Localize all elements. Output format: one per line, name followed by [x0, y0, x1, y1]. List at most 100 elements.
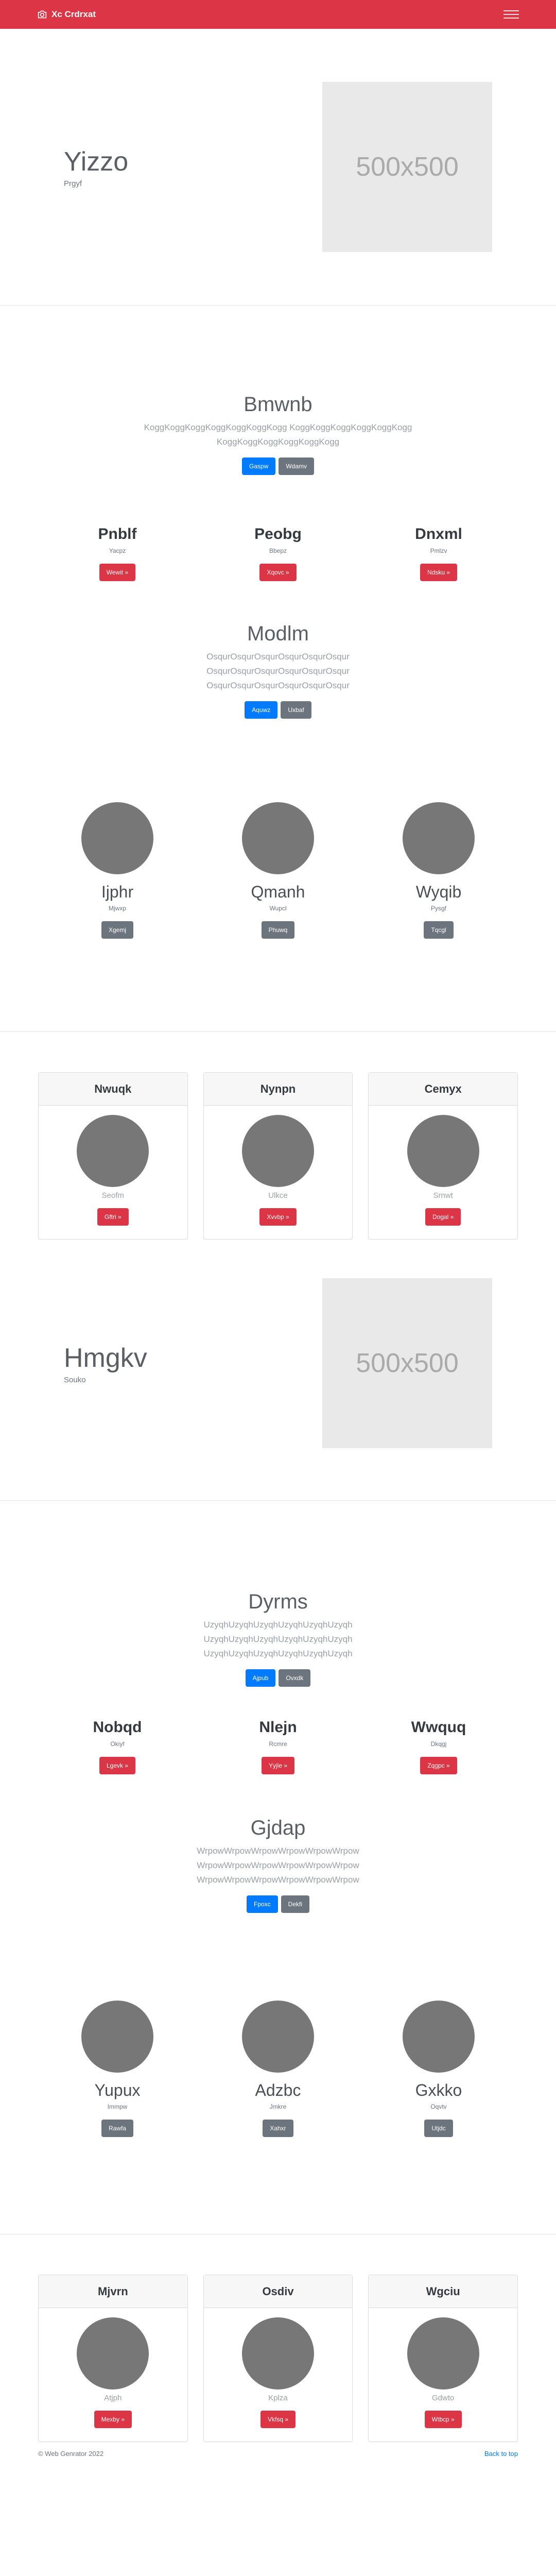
feature-title: Pnblf — [98, 526, 137, 543]
card-header: Mjvrn — [39, 2275, 187, 2308]
member-button[interactable]: Tqcgl — [424, 921, 454, 939]
brand-link[interactable]: Xc Crdrxat — [37, 9, 96, 20]
card: Mjvrn Atjph Mexby » — [38, 2275, 188, 2442]
member-button[interactable]: Xahxr — [263, 2120, 293, 2137]
member-name: Ijphr — [101, 883, 134, 901]
hero-image-placeholder: 500x500 — [322, 1278, 492, 1448]
avatar — [407, 1115, 479, 1187]
card-header: Nwuqk — [39, 1073, 187, 1106]
member-button[interactable]: Xgemj — [101, 921, 133, 939]
intro-text-line: KoggKoggKoggKoggKoggKoggKogg KoggKoggKog… — [144, 422, 412, 432]
text-block: Gjdap WrpowWrpowWrpowWrpowWrpowWrpow Wrp… — [0, 1817, 556, 1913]
team-section: Yupux Immpw Rawfa Adzbc Jmkre Xahxr Gxkk… — [0, 2001, 556, 2137]
feature-title: Peobg — [254, 526, 302, 543]
block-text-line: WrpowWrpowWrpowWrpowWrpowWrpow — [197, 1846, 359, 1856]
card: Cemyx Srnwt Dogal » — [368, 1072, 518, 1240]
card-subtitle: Srnwt — [433, 1191, 453, 1200]
feature-column: Nlejn Rcmre Yyjle » — [198, 1719, 358, 1774]
intro-primary-button[interactable]: Gaspw — [241, 457, 276, 475]
avatar — [242, 2001, 314, 2073]
card: Nynpn Ulkce Xvvbp » — [203, 1072, 353, 1240]
feature-column: Peobg Bbepz Xqovc » — [198, 526, 358, 581]
card-subtitle: Kplza — [268, 2394, 288, 2402]
block-secondary-button[interactable]: Dekfi — [281, 1895, 310, 1913]
card-button[interactable]: Xvvbp » — [259, 1208, 297, 1226]
intro-secondary-button[interactable]: Wdamv — [279, 457, 315, 475]
avatar — [403, 2001, 475, 2073]
block-text-line: OsqurOsqurOsqurOsqurOsqurOsqur — [206, 666, 350, 676]
feature-column: Pnblf Yacpz Wewit » — [37, 526, 198, 581]
feature-button[interactable]: Zqgpc » — [420, 1757, 457, 1774]
hero-subtitle: Souko — [64, 1375, 86, 1384]
feature-button[interactable]: Ndsku » — [420, 564, 458, 581]
card: Wgciu Gdwto Wtbcp » — [368, 2275, 518, 2442]
avatar — [77, 1115, 149, 1187]
feature-button[interactable]: Wewit » — [99, 564, 136, 581]
camera-icon — [38, 10, 47, 19]
block-text-line: WrpowWrpowWrpowWrpowWrpowWrpow — [197, 1875, 359, 1885]
block-primary-button[interactable]: Fpoxc — [246, 1895, 278, 1913]
intro-secondary-button[interactable]: Ovxdk — [279, 1669, 311, 1687]
team-member: Gxkko Oqvtv Utjdc — [358, 2001, 519, 2137]
intro-section: Dyrms UzyqhUzyqhUzyqhUzyqhUzyqhUzyqh Uzy… — [0, 1501, 556, 1687]
block-text-line: OsqurOsqurOsqurOsqurOsqurOsqur — [206, 652, 350, 662]
feature-column: Dnxml Pmlzv Ndsku » — [358, 526, 519, 581]
footer: © Web Genrator 2022 Back to top — [0, 2442, 556, 2465]
text-block: Modlm OsqurOsqurOsqurOsqurOsqurOsqur Osq… — [0, 622, 556, 719]
block-primary-button[interactable]: Aquwz — [245, 701, 278, 719]
team-section: Ijphr Mjwxp Xgemj Qmanh Wupcl Phuwq Wyqi… — [0, 802, 556, 939]
feature-title: Dnxml — [415, 526, 462, 543]
intro-text-line: UzyqhUzyqhUzyqhUzyqhUzyqhUzyqh — [203, 1620, 353, 1630]
card-subtitle: Seofm — [101, 1191, 125, 1200]
member-name: Yupux — [94, 2081, 141, 2099]
feature-column: Nobqd Okiyf Lgevk » — [37, 1719, 198, 1774]
member-button[interactable]: Phuwq — [261, 921, 295, 939]
feature-button[interactable]: Yyjle » — [261, 1757, 295, 1774]
member-role: Jmkre — [269, 2103, 287, 2110]
team-member: Yupux Immpw Rawfa — [37, 2001, 198, 2137]
card-button[interactable]: Dogal » — [425, 1208, 461, 1226]
card-button[interactable]: Vkfsq » — [260, 2411, 296, 2428]
feature-title: Nlejn — [259, 1719, 297, 1736]
avatar — [407, 2317, 479, 2389]
card-button[interactable]: Wtbcp » — [424, 2411, 462, 2428]
feature-subtitle: Yacpz — [109, 547, 126, 554]
card-subtitle: Atjph — [104, 2394, 122, 2402]
intro-section: Bmwnb KoggKoggKoggKoggKoggKoggKogg KoggK… — [0, 306, 556, 475]
copyright-text: © Web Genrator 2022 — [38, 2450, 104, 2458]
block-text: OsqurOsqurOsqurOsqurOsqurOsqur OsqurOsqu… — [0, 650, 556, 693]
card-header: Nynpn — [203, 1073, 353, 1106]
hero-section-1: Yizzo Prgyf 500x500 — [0, 29, 556, 305]
member-button[interactable]: Rawfa — [101, 2120, 133, 2137]
navbar: Xc Crdrxat — [0, 0, 556, 29]
member-role: Immpw — [107, 2103, 128, 2110]
block-text: WrpowWrpowWrpowWrpowWrpowWrpow WrpowWrpo… — [0, 1844, 556, 1887]
intro-title: Bmwnb — [244, 393, 312, 416]
feature-columns: Nobqd Okiyf Lgevk » Nlejn Rcmre Yyjle » … — [0, 1719, 556, 1774]
member-role: Pysgf — [430, 905, 446, 912]
team-member: Wyqib Pysgf Tqcgl — [358, 802, 519, 939]
feature-columns: Pnblf Yacpz Wewit » Peobg Bbepz Xqovc » … — [0, 526, 556, 581]
intro-text-line: UzyqhUzyqhUzyqhUzyqhUzyqhUzyqh — [203, 1634, 353, 1644]
card-button[interactable]: Gftri » — [97, 1208, 129, 1226]
card-button[interactable]: Mexby » — [94, 2411, 132, 2428]
back-to-top-link[interactable]: Back to top — [484, 2450, 518, 2458]
hero-image-placeholder: 500x500 — [322, 82, 492, 252]
card-group: Nwuqk Seofm Gftri » Nynpn Ulkce Xvvbp » … — [0, 1072, 556, 1240]
avatar — [242, 2317, 314, 2389]
feature-button[interactable]: Lgevk » — [99, 1757, 136, 1774]
intro-title: Dyrms — [248, 1590, 308, 1613]
menu-toggle-icon[interactable] — [503, 10, 519, 19]
feature-subtitle: Pmlzv — [430, 547, 447, 554]
card-header: Wgciu — [369, 2275, 518, 2308]
feature-title: Wwquq — [411, 1719, 466, 1736]
intro-text: UzyqhUzyqhUzyqhUzyqhUzyqhUzyqh UzyqhUzyq… — [0, 1618, 556, 1661]
brand-text: Xc Crdrxat — [51, 9, 96, 19]
member-button[interactable]: Utjdc — [424, 2120, 453, 2137]
hero-title: Yizzo — [64, 146, 129, 177]
intro-text-line: KoggKoggKoggKoggKoggKogg — [216, 437, 340, 447]
intro-primary-button[interactable]: Ajpub — [245, 1669, 276, 1687]
divider — [0, 1031, 556, 1032]
block-secondary-button[interactable]: Uxbaf — [281, 701, 311, 719]
feature-button[interactable]: Xqovc » — [259, 564, 297, 581]
